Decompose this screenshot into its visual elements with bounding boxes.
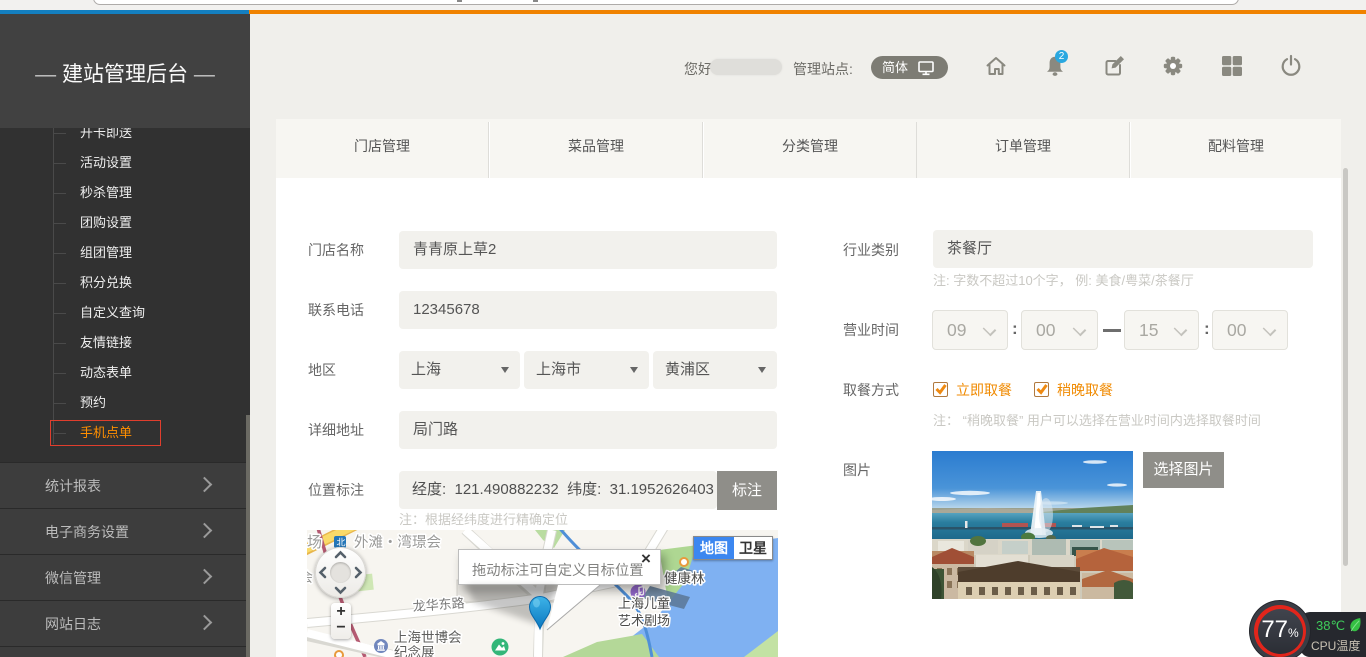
svg-text:健康林: 健康林 [664, 570, 705, 586]
svg-text:上海世博会: 上海世博会 [394, 629, 462, 645]
svg-text:外滩・湾璟会: 外滩・湾璟会 [354, 534, 441, 551]
svg-text:北: 北 [337, 538, 346, 548]
svg-text:上海儿童: 上海儿童 [618, 596, 670, 611]
svg-text:艺术剧场: 艺术剧场 [618, 613, 670, 628]
svg-text:纪念展: 纪念展 [394, 644, 435, 657]
svg-text:会: 会 [307, 569, 313, 585]
